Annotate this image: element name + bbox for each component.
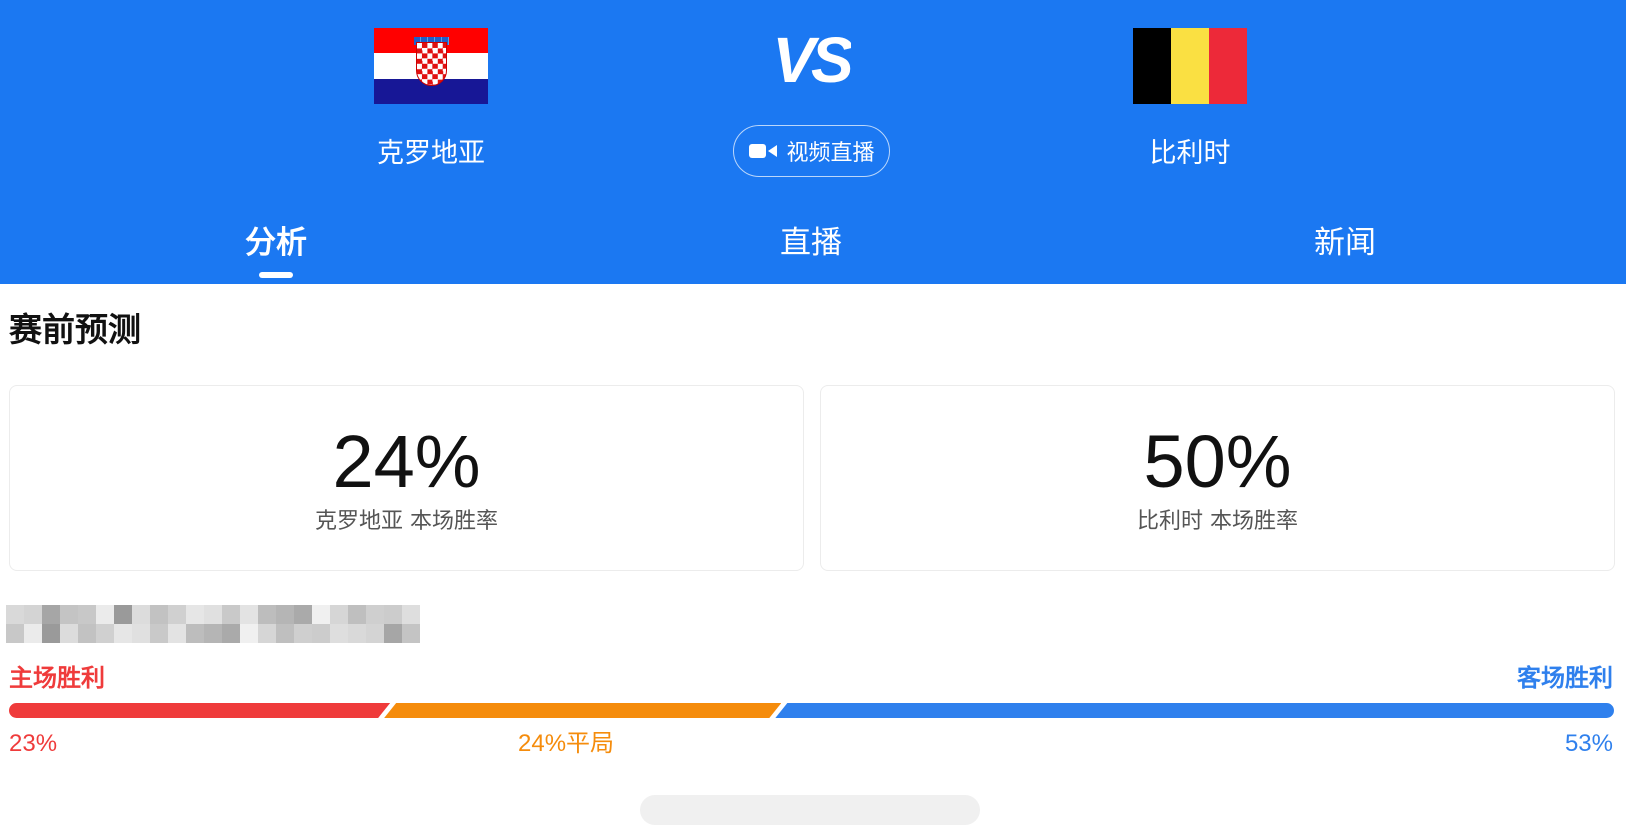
blurred-pixel bbox=[348, 605, 366, 624]
blurred-pixel bbox=[6, 624, 24, 643]
home-win-rate-card: 24% 克罗地亚 本场胜率 bbox=[9, 385, 804, 571]
blurred-pixel bbox=[24, 624, 42, 643]
blurred-content bbox=[6, 605, 420, 643]
away-win-segment bbox=[775, 703, 1614, 718]
blurred-pixel bbox=[240, 624, 258, 643]
away-win-percent: 50% bbox=[1143, 420, 1292, 503]
blurred-pixel bbox=[168, 605, 186, 624]
home-win-percent: 24% bbox=[332, 420, 481, 503]
blurred-pixel bbox=[186, 605, 204, 624]
active-tab-indicator bbox=[259, 272, 293, 278]
match-header: 克罗地亚 VS 视频直播 比利时 分析 直播 新闻 bbox=[0, 0, 1626, 284]
home-win-label: 克罗地亚 本场胜率 bbox=[315, 509, 498, 534]
blurred-pixel bbox=[312, 605, 330, 624]
away-win-rate-card: 50% 比利时 本场胜率 bbox=[820, 385, 1615, 571]
blurred-pixel bbox=[366, 605, 384, 624]
croatia-flag-icon bbox=[374, 28, 488, 104]
blurred-pixel bbox=[114, 624, 132, 643]
blurred-pixel bbox=[6, 605, 24, 624]
video-camera-icon bbox=[749, 144, 778, 158]
blurred-pixel bbox=[24, 605, 42, 624]
away-win-bar-label: 客场胜利 bbox=[1517, 664, 1613, 692]
blurred-pixel bbox=[294, 605, 312, 624]
blurred-pixel bbox=[186, 624, 204, 643]
away-team-name: 比利时 bbox=[1149, 138, 1231, 169]
blurred-pixel bbox=[114, 605, 132, 624]
home-win-segment bbox=[9, 703, 390, 718]
blurred-pixel bbox=[78, 605, 96, 624]
blurred-pixel bbox=[222, 605, 240, 624]
blurred-pixel bbox=[60, 605, 78, 624]
blurred-pixel bbox=[384, 624, 402, 643]
away-win-label: 比利时 本场胜率 bbox=[1137, 509, 1298, 534]
blurred-pixel bbox=[168, 624, 186, 643]
blurred-pixel bbox=[42, 605, 60, 624]
blurred-pixel bbox=[96, 605, 114, 624]
tab-news[interactable]: 新闻 bbox=[1245, 215, 1445, 271]
away-team[interactable]: 比利时 bbox=[1070, 28, 1310, 174]
home-win-value: 23% bbox=[9, 730, 58, 757]
bottom-partial-element bbox=[640, 795, 980, 825]
video-live-button[interactable]: 视频直播 bbox=[733, 125, 890, 177]
draw-segment bbox=[384, 703, 781, 718]
away-win-value: 53% bbox=[1564, 730, 1613, 757]
outcome-probability-bar bbox=[9, 703, 1614, 718]
blurred-pixel bbox=[366, 624, 384, 643]
blurred-pixel bbox=[330, 624, 348, 643]
blurred-pixel bbox=[258, 605, 276, 624]
blurred-pixel bbox=[312, 624, 330, 643]
blurred-pixel bbox=[294, 624, 312, 643]
prediction-title: 赛前预测 bbox=[9, 310, 141, 349]
blurred-pixel bbox=[150, 624, 168, 643]
blurred-pixel bbox=[60, 624, 78, 643]
home-team[interactable]: 克罗地亚 bbox=[311, 28, 551, 174]
draw-value: 24%平局 bbox=[518, 730, 615, 757]
tab-analysis[interactable]: 分析 bbox=[176, 215, 376, 278]
blurred-pixel bbox=[132, 624, 150, 643]
blurred-pixel bbox=[222, 624, 240, 643]
blurred-pixel bbox=[258, 624, 276, 643]
vs-logo: VS bbox=[772, 30, 851, 92]
blurred-pixel bbox=[276, 624, 294, 643]
tab-bar: 分析 直播 新闻 bbox=[0, 215, 1626, 278]
blurred-pixel bbox=[132, 605, 150, 624]
blurred-pixel bbox=[42, 624, 60, 643]
blurred-pixel bbox=[96, 624, 114, 643]
video-live-label: 视频直播 bbox=[786, 141, 875, 166]
vs-text: VS bbox=[772, 30, 851, 92]
blurred-pixel bbox=[330, 605, 348, 624]
blurred-pixel bbox=[150, 605, 168, 624]
blurred-pixel bbox=[240, 605, 258, 624]
blurred-pixel bbox=[78, 624, 96, 643]
blurred-pixel bbox=[402, 605, 420, 624]
home-win-bar-label: 主场胜利 bbox=[9, 664, 105, 692]
blurred-pixel bbox=[204, 624, 222, 643]
blurred-pixel bbox=[384, 605, 402, 624]
blurred-pixel bbox=[276, 605, 294, 624]
blurred-pixel bbox=[402, 624, 420, 643]
tab-live[interactable]: 直播 bbox=[711, 215, 911, 271]
blurred-pixel bbox=[204, 605, 222, 624]
belgium-flag-icon bbox=[1133, 28, 1247, 104]
blurred-pixel bbox=[348, 624, 366, 643]
home-team-name: 克罗地亚 bbox=[377, 138, 485, 169]
